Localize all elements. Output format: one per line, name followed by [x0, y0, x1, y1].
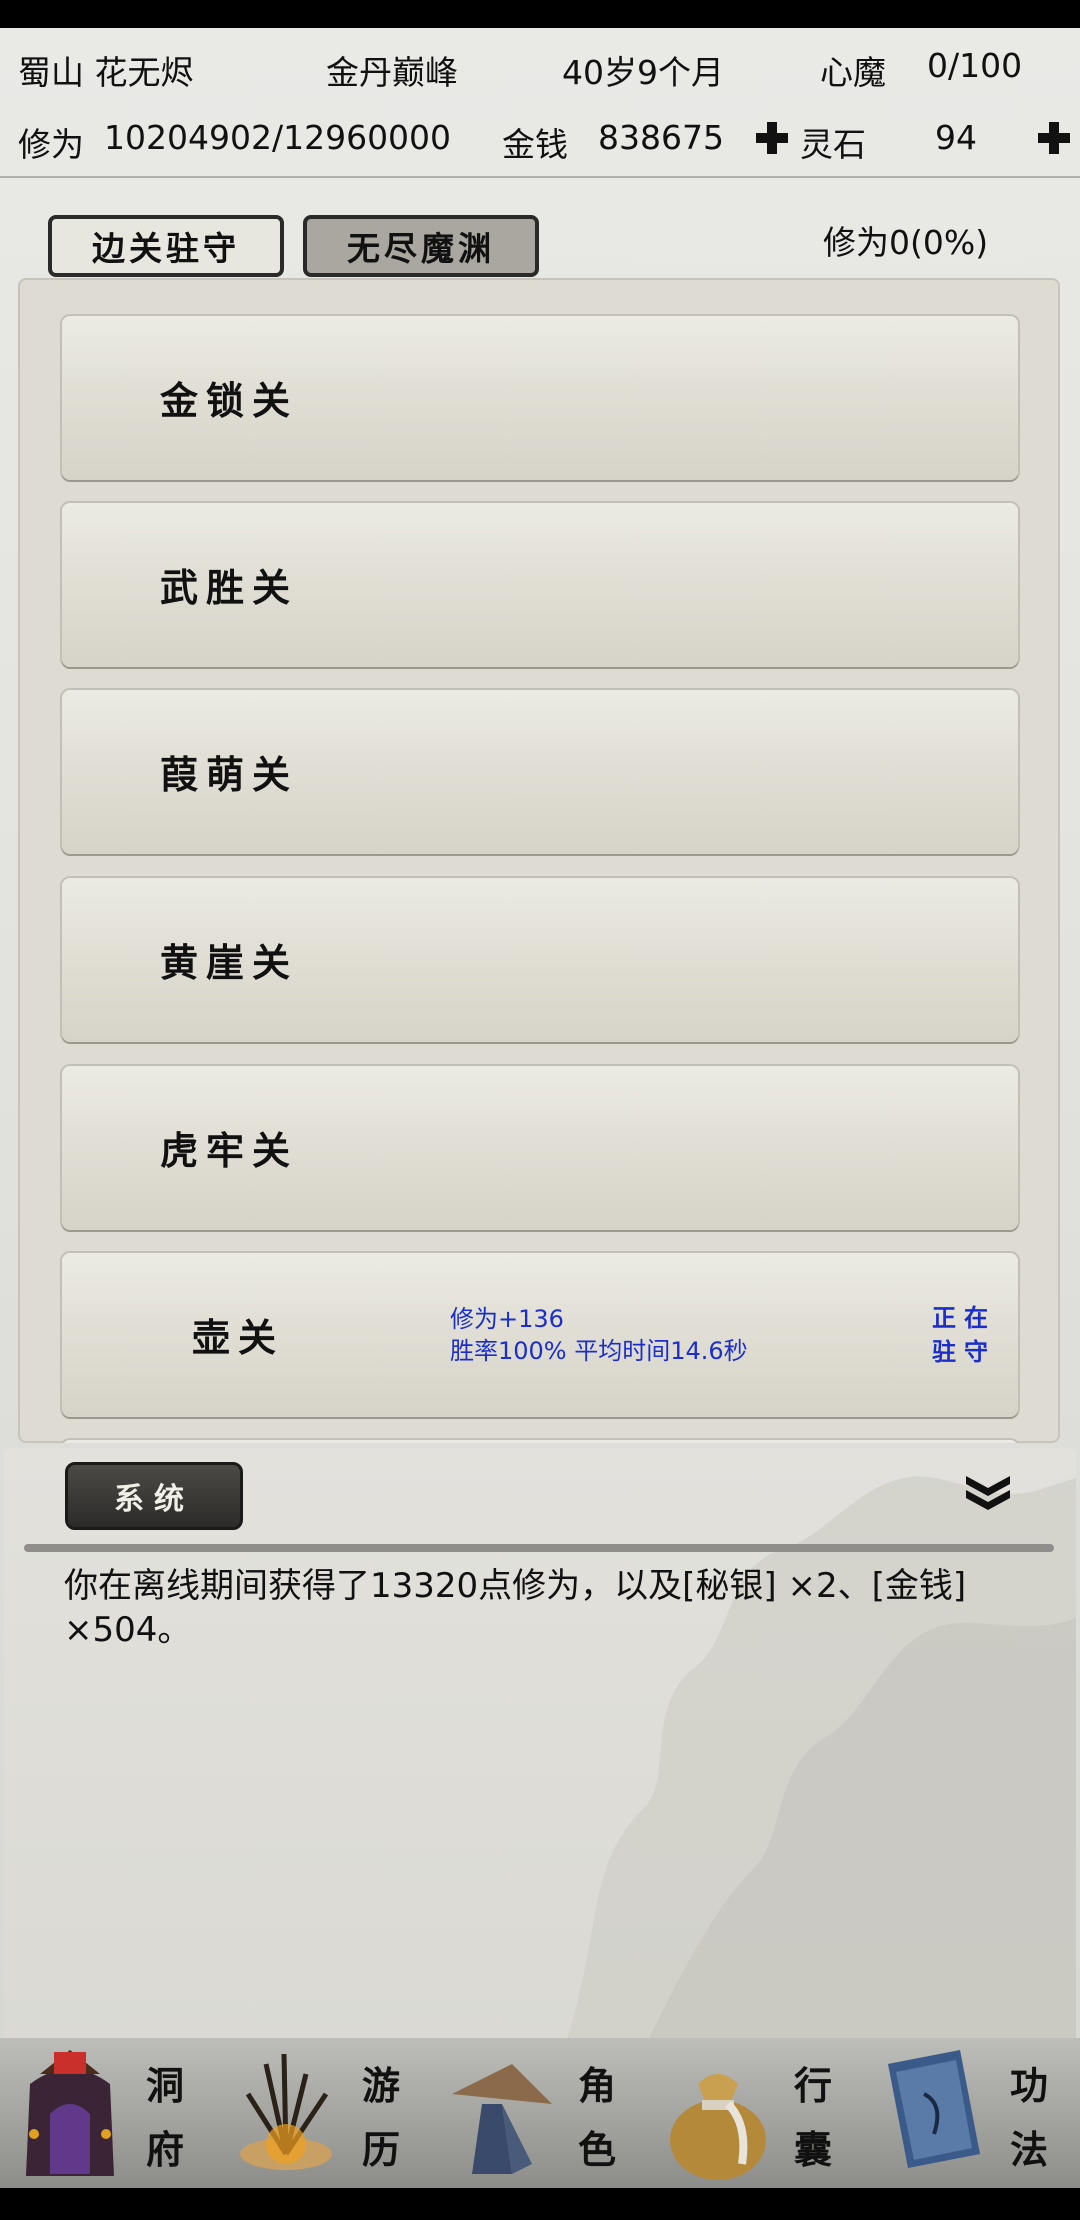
bag-icon: [670, 2074, 766, 2180]
nav-label-bottom: 色: [577, 2127, 616, 2172]
nav-label-top: 游: [361, 2063, 400, 2108]
tab-border-garrison[interactable]: 边关驻守: [48, 215, 284, 277]
age-label: 40岁9个月: [562, 53, 724, 92]
nav-label-top: 角: [577, 2063, 616, 2108]
nav-label-bottom: 府: [145, 2127, 184, 2172]
nav-item-travel[interactable]: 游 历: [216, 2038, 432, 2188]
add-spirit-stone-plus-icon[interactable]: [1036, 120, 1072, 156]
pass-item-huangya[interactable]: 黄崖关: [62, 878, 1018, 1042]
pass-name: 虎牢关: [160, 1128, 299, 1173]
pass-name: 金锁关: [160, 378, 299, 423]
tab-endless-abyss[interactable]: 无尽魔渊: [303, 215, 539, 277]
spirit-stone-value: 94: [935, 118, 977, 157]
nav-item-bag[interactable]: 行 囊: [648, 2038, 864, 2188]
character-name: 蜀山 花无烬: [18, 53, 194, 92]
nav-label: 游 历: [356, 2054, 406, 2182]
pass-item-partial[interactable]: [62, 1440, 1018, 1443]
log-tab-system[interactable]: 系统: [65, 1462, 243, 1530]
money-value: 838675: [598, 118, 724, 157]
pass-name: 葭萌关: [160, 752, 299, 797]
nav-label: 角 色: [572, 2054, 622, 2182]
heart-demon-value: 0/100: [927, 46, 1023, 85]
game-screen: 蜀山 花无烬 金丹巅峰 40岁9个月 心魔 0/100 修为 10204902/…: [0, 28, 1080, 2188]
message-log-panel: [4, 1448, 1076, 2048]
pass-name: 黄崖关: [160, 940, 299, 985]
nav-label: 功 法: [1004, 2054, 1054, 2182]
pass-item-wusheng[interactable]: 武胜关: [62, 503, 1018, 667]
log-divider: [24, 1544, 1054, 1552]
nav-item-cave[interactable]: 洞 府: [0, 2038, 216, 2188]
ink-mountain-decoration: [564, 1476, 1076, 2048]
travel-icon: [240, 2053, 332, 2170]
add-money-plus-icon[interactable]: [754, 120, 790, 156]
nav-item-skills[interactable]: 功 法: [864, 2038, 1080, 2188]
pass-name: 武胜关: [160, 565, 299, 610]
log-message: 你在离线期间获得了13320点修为，以及[秘银] ×2、[金钱] ×504。: [64, 1566, 967, 1650]
nav-label-bottom: 历: [361, 2127, 400, 2172]
collapse-chevron-icon[interactable]: [962, 1472, 1014, 1512]
skill-book-icon: [888, 2050, 980, 2168]
pass-info-stats: 胜率100% 平均时间14.6秒: [450, 1337, 748, 1365]
header-divider: [0, 176, 1080, 178]
heart-demon-label: 心魔: [820, 53, 886, 92]
nav-label-top: 行: [793, 2063, 832, 2108]
pass-info: 修为+136 胜率100% 平均时间14.6秒: [450, 1303, 748, 1367]
status-header-row-1: 蜀山 花无烬 金丹巅峰 40岁9个月 心魔 0/100: [0, 46, 1080, 106]
nav-label-top: 功: [1009, 2063, 1048, 2108]
pass-item-hulao[interactable]: 虎牢关: [62, 1066, 1018, 1230]
cave-dwelling-icon: [26, 2050, 114, 2176]
pass-info-reward: 修为+136: [450, 1305, 564, 1333]
nav-label: 洞 府: [140, 2054, 190, 2182]
money-label: 金钱: [502, 125, 568, 164]
pass-name: 壶关: [192, 1315, 285, 1360]
status-header-row-2: 修为 10204902/12960000 金钱 838675 灵石 94: [0, 118, 1080, 178]
status-line-1: 正在: [932, 1304, 996, 1332]
garrison-status-badge: 正在 驻守: [932, 1301, 996, 1369]
pass-item-jinsuo[interactable]: 金锁关: [62, 316, 1018, 480]
cultivation-value: 10204902/12960000: [104, 118, 452, 157]
cultivation-label: 修为: [18, 125, 84, 164]
pass-list-panel: 金锁关 武胜关 葭萌关 黄崖关 虎牢关 壶关 修为+136 胜率100% 平均时…: [18, 278, 1060, 1443]
realm-label: 金丹巅峰: [326, 53, 458, 92]
nav-label: 行 囊: [788, 2054, 838, 2182]
nav-item-character[interactable]: 角 色: [432, 2038, 648, 2188]
nav-label-bottom: 法: [1009, 2127, 1048, 2172]
nav-label-bottom: 囊: [793, 2127, 832, 2172]
character-icon: [452, 2064, 552, 2174]
status-line-2: 驻守: [932, 1338, 996, 1366]
bottom-navigation: 洞 府 游 历 角 色 行 囊 功 法: [0, 2038, 1080, 2188]
system-bottom-bar: [0, 2188, 1080, 2220]
cultivation-progress-label: 修为0(0%): [823, 223, 989, 262]
nav-label-top: 洞: [145, 2063, 184, 2108]
pass-item-huguan[interactable]: 壶关 修为+136 胜率100% 平均时间14.6秒 正在 驻守: [62, 1253, 1018, 1417]
spirit-stone-label: 灵石: [800, 125, 866, 164]
pass-item-jiameng[interactable]: 葭萌关: [62, 690, 1018, 854]
